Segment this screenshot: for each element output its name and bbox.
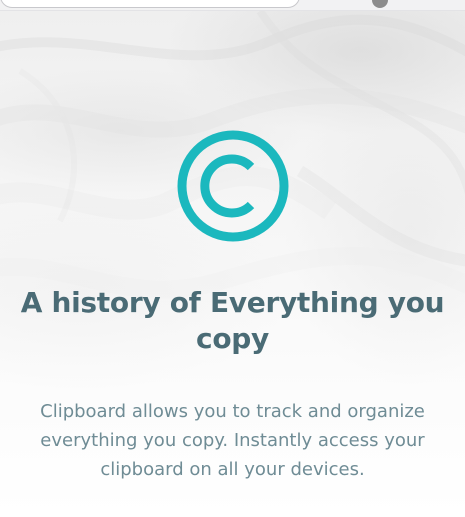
hero-title: A history of Everything you copy: [20, 286, 445, 355]
profile-avatar-icon[interactable]: [372, 0, 388, 8]
copyright-icon: [177, 130, 289, 242]
clipboard-logo: [175, 128, 291, 244]
address-bar[interactable]: [0, 0, 300, 8]
hero-description: Clipboard allows you to track and organi…: [40, 401, 425, 480]
browser-top-strip: [0, 0, 465, 11]
